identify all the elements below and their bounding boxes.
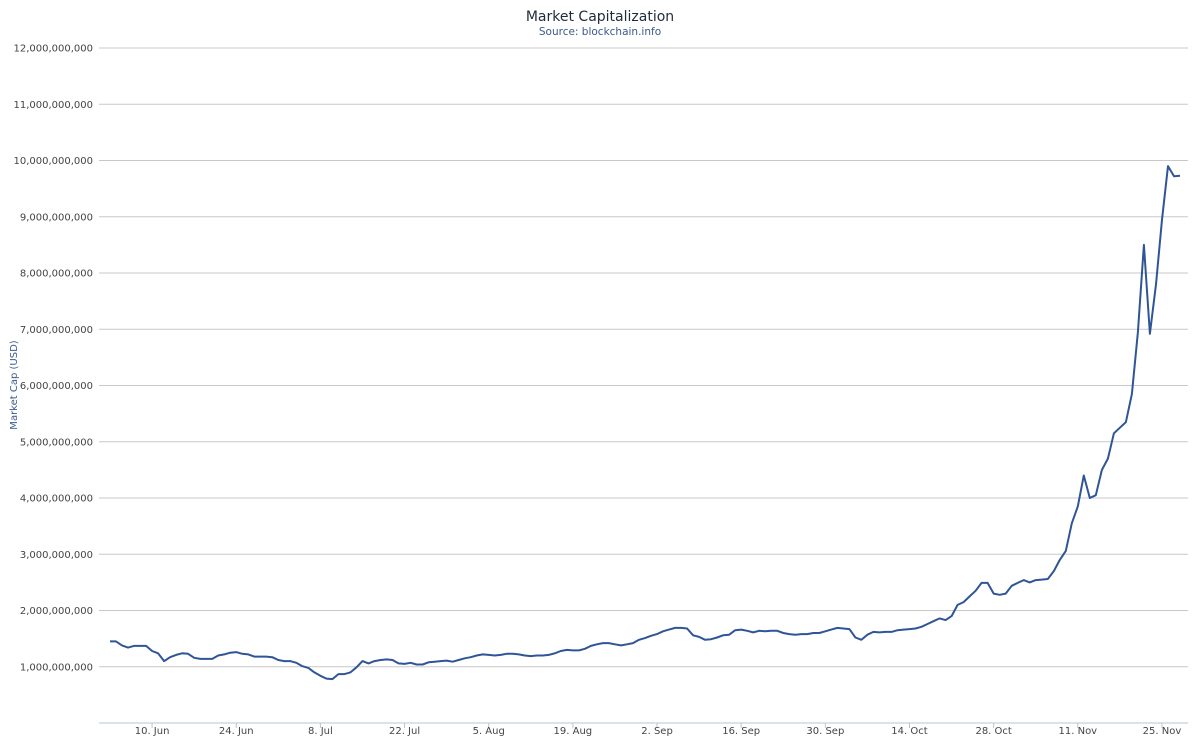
- y-axis-label: Market Cap (USD): [9, 340, 20, 429]
- y-tick-label: 10,000,000,000: [13, 156, 93, 167]
- x-tick-label: 24. Jun: [219, 726, 254, 737]
- series-line: [110, 165, 1181, 681]
- x-tick-label: 5. Aug: [473, 726, 505, 737]
- y-tick-label: 2,000,000,000: [20, 606, 93, 617]
- y-tick-label: 8,000,000,000: [20, 269, 93, 280]
- x-tick-label: 10. Jun: [135, 726, 170, 737]
- y-tick-label: 1,000,000,000: [20, 662, 93, 673]
- x-tick-label: 22. Jul: [389, 726, 420, 737]
- line-chart: 1,000,000,000 2,000,000,000 3,000,000,000 4…: [9, 44, 1188, 737]
- x-tick-label: 30. Sep: [806, 726, 844, 737]
- y-tick-label: 3,000,000,000: [20, 550, 93, 561]
- x-tick-label: 28. Oct: [975, 726, 1011, 737]
- x-tick-label: 25. Nov: [1143, 726, 1182, 737]
- y-tick-label: 12,000,000,000: [13, 44, 93, 55]
- x-tick-label: 19. Aug: [554, 726, 593, 737]
- y-tick-label: 5,000,000,000: [20, 437, 93, 448]
- y-axis-ticks: 1,000,000,000 2,000,000,000 3,000,000,000 4…: [13, 44, 93, 674]
- x-tick-label: 11. Nov: [1059, 726, 1098, 737]
- y-tick-label: 7,000,000,000: [20, 325, 93, 336]
- x-axis-ticks: 10. Jun 24. Jun 8. Jul 22. Jul 5. Aug 19. Aug…: [135, 723, 1182, 737]
- gridlines: [99, 47, 1188, 668]
- x-tick-label: 14. Oct: [891, 726, 927, 737]
- y-tick-label: 11,000,000,000: [13, 100, 93, 111]
- y-tick-label: 4,000,000,000: [20, 494, 93, 505]
- y-tick-label: 6,000,000,000: [20, 381, 93, 392]
- x-tick-label: 16. Sep: [722, 726, 760, 737]
- x-tick-label: 2. Sep: [641, 726, 673, 737]
- series-group: [110, 165, 1181, 681]
- x-tick-label: 8. Jul: [308, 726, 333, 737]
- y-tick-label: 9,000,000,000: [20, 212, 93, 223]
- chart-container: Market Capitalization Source: blockchain…: [0, 0, 1200, 744]
